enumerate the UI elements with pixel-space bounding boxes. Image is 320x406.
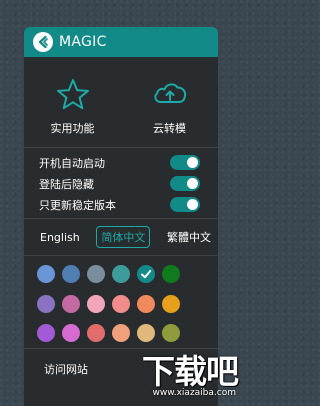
star-icon bbox=[56, 79, 89, 110]
theme-color-swatch[interactable] bbox=[162, 294, 180, 313]
cloud-upload-icon bbox=[153, 83, 186, 103]
theme-color-swatch[interactable] bbox=[112, 265, 130, 283]
theme-color-swatch[interactable] bbox=[62, 324, 80, 343]
theme-color-swatch[interactable] bbox=[87, 265, 105, 283]
stable-updates-switch[interactable] bbox=[170, 197, 200, 212]
theme-color-swatch[interactable] bbox=[137, 265, 155, 283]
theme-color-swatch[interactable] bbox=[37, 265, 55, 283]
toggle-row-stable-updates: 只更新稳定版本 bbox=[39, 194, 218, 215]
magic-logo-icon bbox=[33, 32, 53, 52]
theme-color-swatch[interactable] bbox=[112, 324, 130, 343]
watermark-url: www.xiazaiba.com bbox=[152, 388, 236, 398]
feature-row: 实用功能 云转模 bbox=[24, 57, 218, 147]
cloud-transfer-button[interactable]: 云转模 bbox=[121, 57, 218, 147]
theme-color-grid bbox=[24, 256, 218, 348]
switch-knob bbox=[187, 178, 198, 189]
switch-knob bbox=[187, 199, 198, 210]
utility-functions-label: 实用功能 bbox=[50, 122, 95, 135]
theme-color-swatch[interactable] bbox=[137, 294, 155, 313]
toggle-row-hide-after-login: 登陆后隐藏 bbox=[39, 173, 218, 194]
language-selector: English 简体中文 繁體中文 bbox=[24, 219, 218, 255]
language-simplified-chinese[interactable]: 简体中文 bbox=[96, 226, 151, 248]
theme-color-swatch[interactable] bbox=[62, 265, 80, 283]
theme-color-swatch[interactable] bbox=[162, 324, 180, 343]
theme-color-swatch[interactable] bbox=[37, 294, 55, 313]
stable-updates-label: 只更新稳定版本 bbox=[39, 198, 116, 212]
settings-panel: MAGIC 实用功能 云转模 开机自动启动 登陆后隐藏 只更新稳定版本 Engl… bbox=[24, 27, 218, 406]
watermark: 下载吧 www.xiazaiba.com bbox=[142, 352, 239, 399]
theme-color-swatch[interactable] bbox=[112, 294, 130, 313]
hide-after-login-switch[interactable] bbox=[170, 176, 200, 191]
theme-color-swatch[interactable] bbox=[37, 324, 55, 343]
language-traditional-chinese[interactable]: 繁體中文 bbox=[167, 229, 211, 245]
switch-knob bbox=[187, 157, 198, 168]
theme-color-swatch[interactable] bbox=[87, 324, 105, 343]
theme-color-swatch[interactable] bbox=[137, 324, 155, 343]
watermark-logo-text: 下载吧 bbox=[142, 352, 239, 391]
autostart-label: 开机自动启动 bbox=[39, 156, 105, 170]
hide-after-login-label: 登陆后隐藏 bbox=[39, 177, 94, 191]
toggle-list: 开机自动启动 登陆后隐藏 只更新稳定版本 bbox=[24, 148, 218, 218]
visit-website-link[interactable]: 访问网站 bbox=[44, 361, 88, 377]
language-english[interactable]: English bbox=[40, 231, 80, 244]
utility-functions-button[interactable]: 实用功能 bbox=[24, 57, 121, 147]
theme-color-swatch[interactable] bbox=[162, 265, 180, 283]
cloud-transfer-label: 云转模 bbox=[153, 122, 186, 135]
theme-color-swatch[interactable] bbox=[87, 294, 105, 313]
check-icon bbox=[141, 270, 152, 279]
toggle-row-autostart: 开机自动启动 bbox=[39, 152, 218, 173]
theme-color-swatch[interactable] bbox=[62, 294, 80, 313]
app-title: MAGIC bbox=[59, 34, 107, 50]
app-header: MAGIC bbox=[24, 27, 218, 57]
autostart-switch[interactable] bbox=[170, 155, 200, 170]
